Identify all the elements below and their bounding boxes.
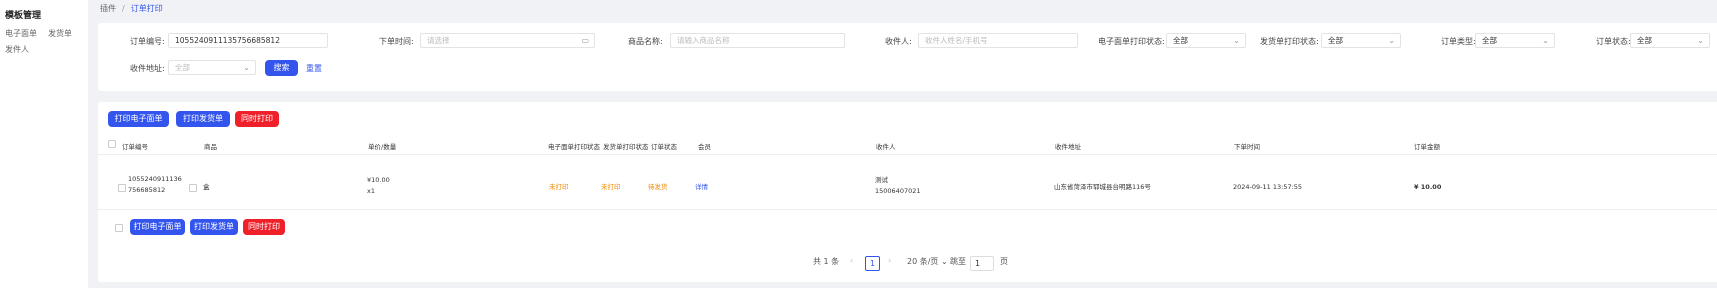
print-delivery-button[interactable]: 打印发货单 <box>176 111 230 127</box>
orders-table-panel: 打印电子面单 打印发货单 同时打印 订单编号 商品 单价/数量 电子面单打印状态… <box>98 102 1717 282</box>
col-delivery-status: 发货单打印状态 <box>603 143 649 151</box>
order-state-select[interactable]: 全部 ⌄ <box>1630 33 1710 48</box>
row-amount: ¥ 10.00 <box>1414 183 1442 191</box>
row-order-status: 待发货 <box>648 183 668 191</box>
product-name-label: 商品名称: <box>628 37 663 46</box>
col-receiver: 收件人 <box>876 143 896 151</box>
row-order-no: 1055240911136 756685812 <box>128 175 182 194</box>
calendar-icon: ▭ <box>581 36 589 45</box>
pagination-total: 共 1 条 <box>813 257 840 266</box>
col-order-time: 下单时间 <box>1234 143 1260 151</box>
pagination-page-1[interactable]: 1 <box>865 256 880 271</box>
order-state-label: 订单状态: <box>1596 37 1631 46</box>
row-address: 山东省菏泽市郓城县台明路116号 <box>1054 183 1151 191</box>
receiver-input[interactable]: 收件人姓名/手机号 <box>918 33 1078 48</box>
row-member-link[interactable]: 详情 <box>695 182 708 193</box>
order-type-label: 订单类型: <box>1441 37 1476 46</box>
col-price-qty: 单价/数量 <box>368 143 397 151</box>
page-size-select[interactable]: 20 条/页 ⌄ <box>907 256 948 267</box>
order-state-value: 全部 <box>1637 36 1652 45</box>
col-waybill-status: 电子面单打印状态 <box>548 143 600 151</box>
row-divider <box>98 209 1717 210</box>
breadcrumb-current: 订单打印 <box>130 4 163 13</box>
product-name-input[interactable]: 请输入商品名称 <box>670 33 845 48</box>
col-order-no: 订单编号 <box>122 143 148 151</box>
main-content: 插件 / 订单打印 订单编号: 1055240911135756685812 下单时… <box>88 0 1717 288</box>
print-waybill-button[interactable]: 打印电子面单 <box>108 111 169 127</box>
pagination-next[interactable]: › <box>888 256 891 265</box>
breadcrumb-parent[interactable]: 插件 <box>100 4 116 13</box>
search-button[interactable]: 搜索 <box>265 60 298 76</box>
row-order-time: 2024-09-11 13:57:55 <box>1233 183 1303 191</box>
pagination-prev[interactable]: ‹ <box>850 256 853 265</box>
receiver-label: 收件人: <box>885 37 912 46</box>
row-delivery-status: 未打印 <box>601 183 621 191</box>
waybill-status-select[interactable]: 全部 ⌄ <box>1166 33 1246 48</box>
order-no-input[interactable]: 1055240911135756685812 <box>168 33 328 48</box>
col-member: 会员 <box>698 143 711 151</box>
row-waybill-status: 未打印 <box>549 183 569 191</box>
delivery-status-select[interactable]: 全部 ⌄ <box>1321 33 1401 48</box>
address-placeholder: 全部 <box>175 63 190 72</box>
print-delivery-bottom-button[interactable]: 打印发货单 <box>190 219 238 235</box>
col-amount: 订单金额 <box>1414 143 1440 151</box>
delivery-status-label: 发货单打印状态: <box>1260 37 1319 46</box>
sidebar-item-delivery-note[interactable]: 发货单 <box>48 28 72 39</box>
sidebar-item-waybill[interactable]: 电子面单 <box>5 28 37 39</box>
breadcrumb-separator: / <box>122 4 125 13</box>
waybill-status-label: 电子面单打印状态: <box>1098 37 1165 46</box>
chevron-down-icon: ⌄ <box>1233 36 1240 45</box>
row-product: 盒 <box>203 183 210 191</box>
reset-button[interactable]: 重置 <box>306 63 322 74</box>
select-all-bottom-checkbox[interactable] <box>115 224 123 232</box>
sidebar: 模板管理 电子面单 发货单 发件人 <box>0 0 88 288</box>
select-all-checkbox[interactable] <box>108 140 116 148</box>
order-time-label: 下单时间: <box>379 37 414 46</box>
product-checkbox[interactable] <box>189 184 197 192</box>
goto-label: 跳至 <box>950 257 966 266</box>
address-select[interactable]: 全部 ⌄ <box>168 60 256 75</box>
order-type-select[interactable]: 全部 ⌄ <box>1475 33 1555 48</box>
col-order-status: 订单状态 <box>651 143 677 151</box>
sidebar-title: 模板管理 <box>5 11 42 21</box>
chevron-down-icon: ⌄ <box>243 63 250 72</box>
header-divider <box>98 154 1717 155</box>
row-checkbox[interactable] <box>118 184 126 192</box>
order-type-value: 全部 <box>1482 36 1497 45</box>
page-unit-label: 页 <box>1000 257 1008 266</box>
waybill-status-value: 全部 <box>1173 36 1188 45</box>
row-price-qty: ¥10.00 x1 <box>367 176 390 195</box>
filter-panel: 订单编号: 1055240911135756685812 下单时间: 请选择 ▭ … <box>98 23 1717 91</box>
sidebar-item-sender[interactable]: 发件人 <box>5 44 29 55</box>
print-both-button[interactable]: 同时打印 <box>235 111 279 127</box>
order-time-picker[interactable]: 请选择 ▭ <box>420 33 595 48</box>
print-waybill-bottom-button[interactable]: 打印电子面单 <box>130 219 185 235</box>
order-no-label: 订单编号: <box>130 37 165 46</box>
address-label: 收件地址: <box>130 64 165 73</box>
chevron-down-icon: ⌄ <box>1542 36 1549 45</box>
chevron-down-icon: ⌄ <box>1388 36 1395 45</box>
chevron-down-icon: ⌄ <box>938 257 948 266</box>
breadcrumb: 插件 / 订单打印 <box>100 3 163 14</box>
col-product: 商品 <box>204 143 217 151</box>
chevron-down-icon: ⌄ <box>1697 36 1704 45</box>
row-receiver: 测试 15006407021 <box>875 176 921 195</box>
delivery-status-value: 全部 <box>1328 36 1343 45</box>
order-time-placeholder: 请选择 <box>427 36 450 45</box>
print-both-bottom-button[interactable]: 同时打印 <box>243 219 285 235</box>
col-address: 收件地址 <box>1055 143 1081 151</box>
goto-page-input[interactable]: 1 <box>970 256 994 271</box>
